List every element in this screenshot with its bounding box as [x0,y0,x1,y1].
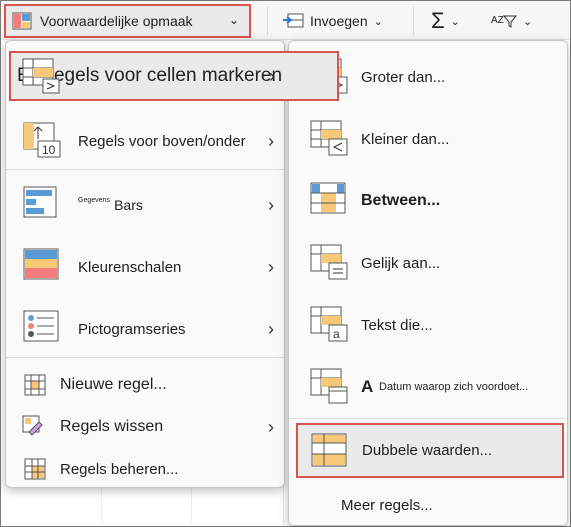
chevron-right-icon: › [268,256,274,277]
menu-item-label: Regels voor boven/onder [78,132,246,150]
data-bars-icon [23,186,57,218]
menu-divider [6,169,284,170]
menu-item-label: Regels wissen [60,418,164,435]
conditional-formatting-button[interactable]: Voorwaardelijke opmaak ⌄ [4,4,251,38]
menu-item-data-bars[interactable]: Gegevens Bars › [6,179,284,231]
ten-badge: 10 [42,143,56,157]
highlight-cells-icon [22,58,60,94]
text-contains-icon: a [310,306,348,342]
menu-item-label: Pictogramseries [78,320,186,338]
menu-item-label: Regels beheren... [60,460,179,478]
less-than-icon [310,120,348,156]
filter-icon [503,15,517,28]
svg-text:a: a [333,327,340,341]
chevron-right-icon: › [268,130,274,151]
equal-to-icon [310,244,348,280]
new-rule-icon [24,374,46,396]
menu-divider [289,418,567,419]
menu-item-label: Datum waarop zich voordoet... [379,381,529,393]
chevron-down-icon: ⌄ [228,13,239,27]
menu-item-clear-rules[interactable]: Regels wissen › [6,409,284,445]
menu-item-more-rules[interactable]: Meer regels... [289,488,567,522]
manage-rules-icon [24,458,46,480]
menu-item-label: Tekst die... [361,316,433,334]
menu-item-highlight-cells-rules[interactable]: E] Regels voor cellen markeren › [9,51,339,101]
icon-sets-icon [23,310,59,342]
conditional-formatting-icon [12,12,32,30]
menu-item-label: Dubbele waarden... [362,442,493,459]
chevron-right-icon: › [268,416,274,437]
chevron-down-icon: ⌄ [373,15,383,28]
menu-item-color-scales[interactable]: Kleurenschalen › [6,241,284,293]
menu-divider [6,357,284,358]
clear-rules-icon [22,415,43,436]
menu-item-label: Gelijk aan... [361,254,441,272]
insert-label: Invoegen [310,13,368,29]
menu-item-label: Meer regels... [341,496,433,514]
insert-cells-icon [283,13,304,28]
menu-item-less-than[interactable]: Kleiner dan... [289,113,567,165]
chevron-right-icon: › [268,318,274,339]
font-a-icon: A [361,377,374,396]
sort-filter-button[interactable]: AZ ⌄ [491,4,551,38]
ribbon-divider [413,7,414,35]
ribbon-divider [267,7,268,35]
menu-item-date-occurring[interactable]: A Datum waarop zich voordoet... [289,361,567,413]
menu-item-label: Kleurenschalen [78,258,182,276]
menu-item-label: Kleiner dan... [361,130,450,148]
ribbon: Voorwaardelijke opmaak ⌄ Invoegen ⌄ Σ ⌄ … [1,1,570,40]
date-occurring-icon [310,368,348,404]
menu-item-duplicate-values[interactable]: Dubbele waarden... [296,423,564,478]
autosum-button[interactable]: Σ ⌄ [431,4,481,38]
insert-button[interactable]: Invoegen ⌄ [282,4,392,38]
menu-item-equal-to[interactable]: Gelijk aan... [289,237,567,289]
conditional-formatting-label: Voorwaardelijke opmaak [40,13,193,29]
conditional-formatting-menu: E] Regels voor cellen markeren › 10 Rege… [5,40,339,488]
top-bottom-icon: 10 [23,122,61,158]
sigma-icon: Σ [431,8,445,33]
menu-item-between[interactable]: Between... [289,175,567,227]
duplicate-values-icon [311,433,347,467]
menu-item-top-bottom-rules[interactable]: 10 Regels voor boven/onder › [6,115,284,167]
chevron-down-icon: ⌄ [450,15,460,28]
menu-item-label: Gegevens Bars [78,196,143,213]
menu-item-label: Between... [361,192,441,209]
menu-item-manage-rules[interactable]: Regels beheren... [6,451,284,487]
sort-filter-icon: AZ [491,15,504,26]
chevron-down-icon: ⌄ [523,15,533,28]
menu-item-label: Groter dan... [361,68,446,86]
between-icon [310,182,346,214]
menu-item-new-rule[interactable]: Nieuwe regel... [6,367,284,403]
highlight-cells-submenu: Groter dan... Kleiner dan... Between... [288,40,568,526]
menu-item-text-contains[interactable]: a Tekst die... [289,299,567,351]
chevron-right-icon: › [268,194,274,215]
menu-item-icon-sets[interactable]: Pictogramseries › [6,303,284,355]
color-scales-icon [23,248,59,280]
menu-item-label: Nieuwe regel... [60,376,167,393]
chevron-right-icon: › [269,65,275,86]
